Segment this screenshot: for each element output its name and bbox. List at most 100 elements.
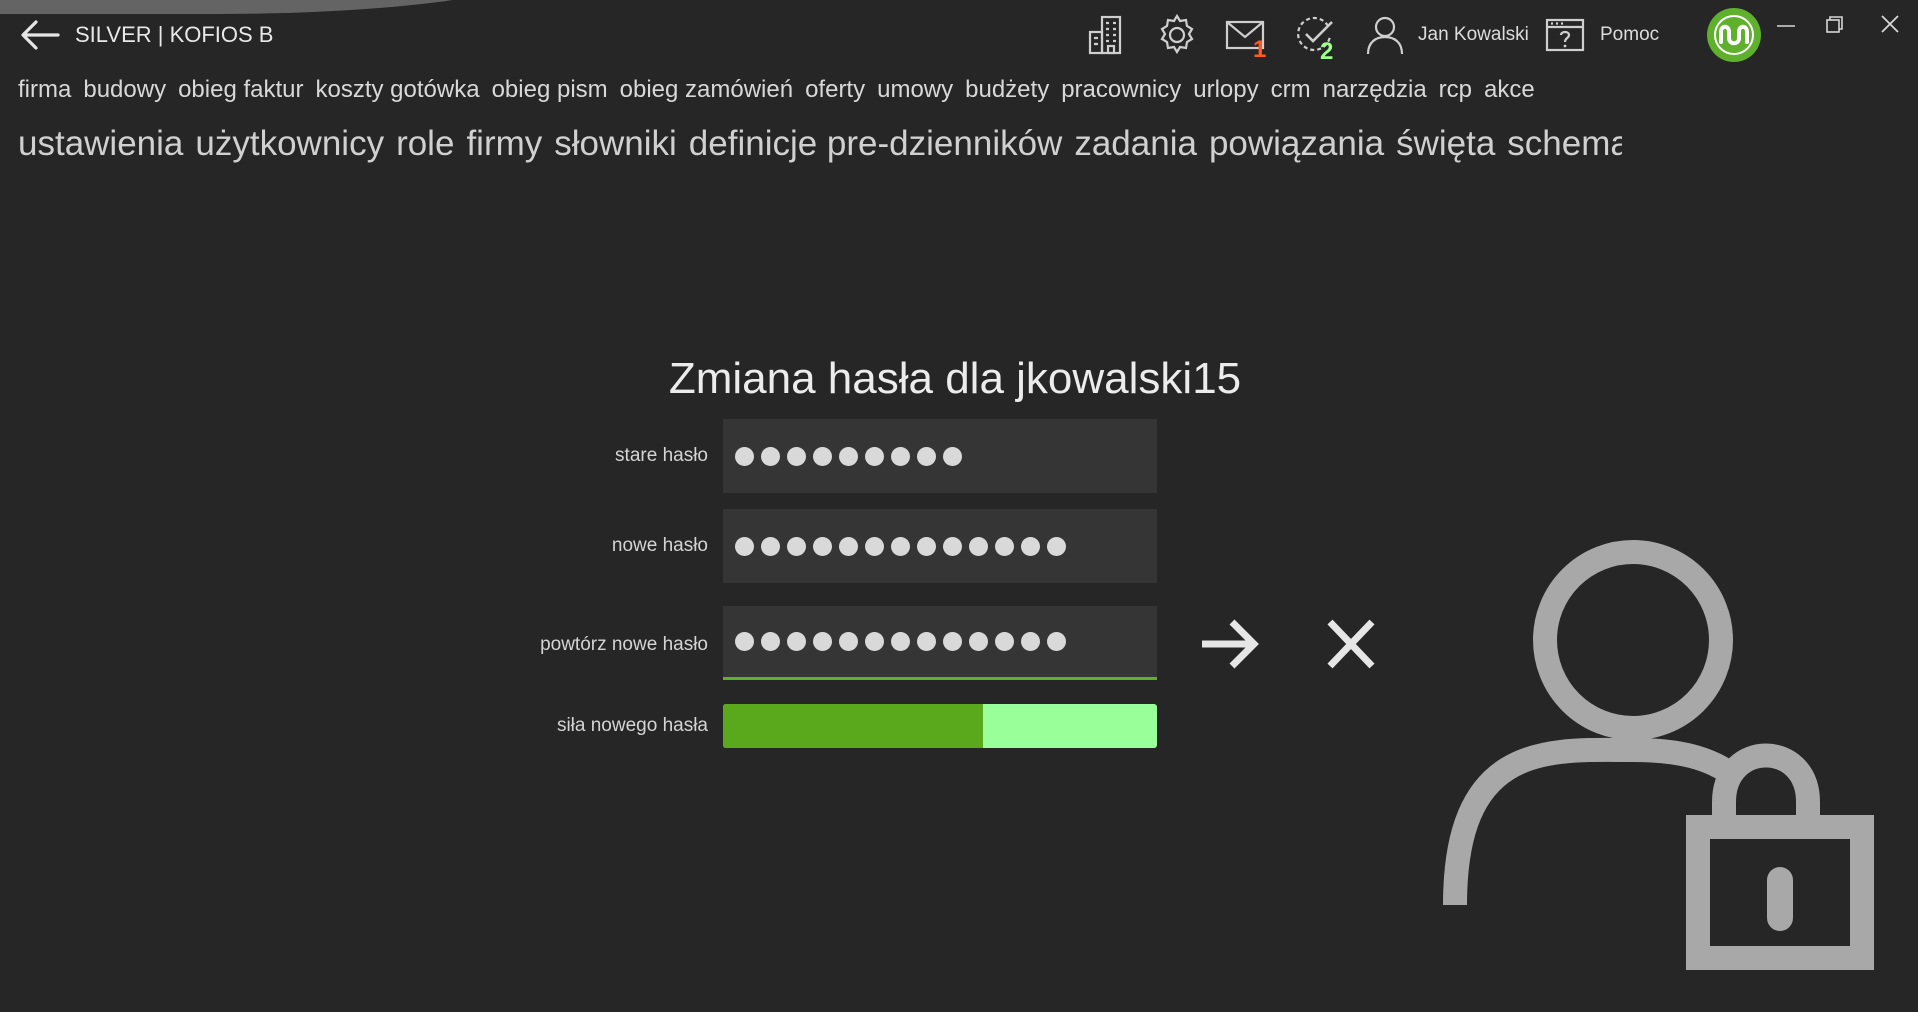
messages-button[interactable]: 1 (1222, 12, 1268, 63)
password-dot (839, 446, 858, 466)
password-dot (787, 536, 806, 556)
confirm-button[interactable] (1196, 612, 1266, 676)
app-title: SILVER | KOFIOS B (75, 22, 274, 47)
minimize-icon (1777, 25, 1795, 27)
user-button[interactable] (1362, 12, 1408, 58)
secondary-nav: ustawienia użytkownicy role firmy słowniki de… (18, 124, 1622, 174)
primary-nav-item[interactable]: pracownicy (1061, 76, 1181, 103)
secondary-nav-item[interactable]: ustawienia (18, 124, 183, 163)
password-dot (761, 632, 780, 651)
primary-nav-item[interactable]: rcp (1439, 76, 1472, 103)
primary-nav-item[interactable]: oferty (805, 76, 865, 103)
password-dot (787, 632, 806, 651)
password-dot (943, 446, 962, 466)
help-button[interactable] (1542, 12, 1588, 58)
close-icon (1881, 15, 1899, 33)
secondary-nav-item[interactable]: święta (1396, 124, 1495, 163)
secondary-nav-item[interactable]: firmy (466, 124, 542, 163)
strength-label: siła nowego hasła (556, 715, 708, 736)
minimize-button[interactable] (1768, 10, 1804, 38)
password-dot (891, 536, 910, 556)
primary-nav: firma budowy obieg faktur koszty gotówka obi… (18, 76, 1622, 110)
settings-button[interactable] (1154, 12, 1200, 58)
title-bar-accent (0, 0, 540, 14)
password-dot (917, 536, 936, 556)
password-dot (839, 536, 858, 556)
secondary-nav-item[interactable]: użytkownicy (195, 124, 384, 163)
secondary-nav-item[interactable]: słowniki (554, 124, 677, 163)
user-lock-icon (1443, 540, 1874, 970)
restore-button[interactable] (1816, 10, 1852, 38)
primary-nav-item[interactable]: obieg zamówień (620, 76, 793, 103)
primary-nav-item[interactable]: obieg pism (492, 76, 608, 103)
primary-nav-item[interactable]: urlopy (1193, 76, 1258, 103)
user-name[interactable]: Jan Kowalski (1418, 24, 1529, 46)
primary-nav-item[interactable]: budżety (965, 76, 1049, 103)
company-button[interactable] (1084, 12, 1130, 58)
password-dot (1047, 536, 1066, 556)
close-window-button[interactable] (1872, 10, 1908, 38)
arrow-right-icon (1202, 619, 1259, 669)
password-dot (865, 446, 884, 466)
repeat-password-field[interactable] (723, 606, 1157, 680)
password-dot (839, 632, 858, 651)
password-dot (813, 536, 832, 556)
primary-nav-item[interactable]: budowy (83, 76, 166, 103)
back-button[interactable] (18, 18, 60, 52)
gear-icon (1160, 13, 1194, 55)
locked-user-illustration (1440, 540, 1880, 980)
repeat-password-dots (735, 632, 1066, 651)
primary-nav-item[interactable]: obieg faktur (178, 76, 303, 103)
old-password-dots (735, 446, 962, 466)
password-dot (1021, 536, 1040, 556)
primary-nav-item[interactable]: firma (18, 76, 71, 103)
password-strength-fill (723, 704, 984, 748)
help-label[interactable]: Pomoc (1600, 24, 1659, 46)
secondary-nav-item[interactable]: definicje pre-dzienników (689, 124, 1063, 163)
app-logo (1707, 8, 1761, 62)
secondary-nav-item[interactable]: powiązania (1209, 124, 1384, 163)
primary-nav-item[interactable]: crm (1271, 76, 1311, 103)
help-icon (1545, 18, 1585, 52)
password-dot (735, 446, 754, 466)
password-dot (735, 632, 754, 651)
new-password-dots (735, 536, 1066, 556)
password-dot (735, 536, 754, 556)
primary-nav-item[interactable]: narzędzia (1323, 76, 1427, 103)
password-dot (787, 446, 806, 466)
cancel-button[interactable] (1316, 612, 1386, 676)
tasks-button[interactable]: 2 (1292, 12, 1338, 65)
tasks-badge: 2 (1320, 38, 1334, 65)
password-strength-bar (723, 704, 1157, 748)
mail-badge: 1 (1253, 36, 1267, 63)
user-icon (1366, 16, 1404, 55)
new-password-field[interactable] (723, 509, 1157, 583)
password-dot (917, 446, 936, 466)
building-icon (1088, 15, 1122, 55)
old-password-field[interactable] (723, 419, 1157, 493)
logo-icon (1714, 15, 1754, 55)
old-password-label: stare hasło (615, 445, 708, 466)
close-icon (1327, 619, 1375, 669)
back-arrow-icon (21, 20, 60, 50)
secondary-nav-item[interactable]: zadania (1074, 124, 1197, 163)
password-dot (891, 632, 910, 651)
password-dot (761, 446, 780, 466)
secondary-nav-item[interactable]: role (396, 124, 454, 163)
secondary-nav-item[interactable]: schematy a (1507, 124, 1622, 163)
password-dot (865, 536, 884, 556)
primary-nav-item[interactable]: umowy (877, 76, 953, 103)
password-dot (917, 632, 936, 651)
primary-nav-item[interactable]: koszty gotówka (316, 76, 480, 103)
password-dot (1021, 632, 1040, 651)
password-dot (995, 632, 1014, 651)
password-dot (969, 536, 988, 556)
form-title: Zmiana hasła dla jkowalski15 (668, 354, 1242, 403)
password-dot (813, 446, 832, 466)
repeat-password-label: powtórz nowe hasło (540, 634, 708, 655)
password-dot (943, 536, 962, 556)
primary-nav-item[interactable]: akce (1484, 76, 1535, 103)
password-dot (761, 536, 780, 556)
new-password-label: nowe hasło (611, 535, 708, 556)
password-dot (943, 632, 962, 651)
